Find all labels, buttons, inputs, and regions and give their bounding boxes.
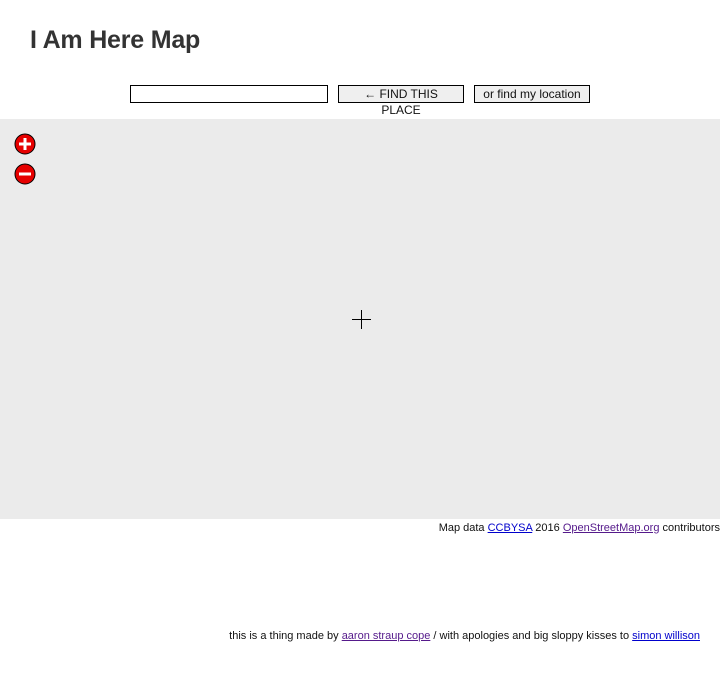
credit-link[interactable]: simon willison xyxy=(632,630,700,642)
find-my-location-button[interactable]: or find my location xyxy=(474,85,590,103)
map-canvas[interactable] xyxy=(0,119,720,519)
zoom-in-button[interactable] xyxy=(14,133,36,155)
page: I Am Here Map ← FIND THIS PLACE or find … xyxy=(0,0,720,674)
find-this-place-button[interactable]: ← FIND THIS PLACE xyxy=(338,85,464,117)
search-bar: ← FIND THIS PLACE or find my location xyxy=(130,85,590,117)
osm-link[interactable]: OpenStreetMap.org xyxy=(563,522,660,534)
zoom-out-button[interactable] xyxy=(14,163,36,185)
page-title: I Am Here Map xyxy=(30,26,201,54)
search-input[interactable] xyxy=(130,85,328,103)
attribution-prefix: Map data xyxy=(438,522,488,534)
license-link[interactable]: CCBYSA xyxy=(488,522,533,534)
attribution-suffix: contributors xyxy=(659,522,720,534)
footer-middle: / with apologies and big sloppy kisses t… xyxy=(430,630,633,642)
plus-circle-icon xyxy=(14,133,36,155)
map-attribution: Map data CCBYSA 2016 OpenStreetMap.org c… xyxy=(439,522,720,534)
attribution-year: 2016 xyxy=(532,522,563,534)
crosshair-icon xyxy=(352,310,371,329)
minus-circle-icon xyxy=(14,163,36,185)
footer-prefix: this is a thing made by xyxy=(229,630,342,642)
footer-credits: this is a thing made by aaron straup cop… xyxy=(229,630,700,642)
author-link[interactable]: aaron straup cope xyxy=(342,630,431,642)
